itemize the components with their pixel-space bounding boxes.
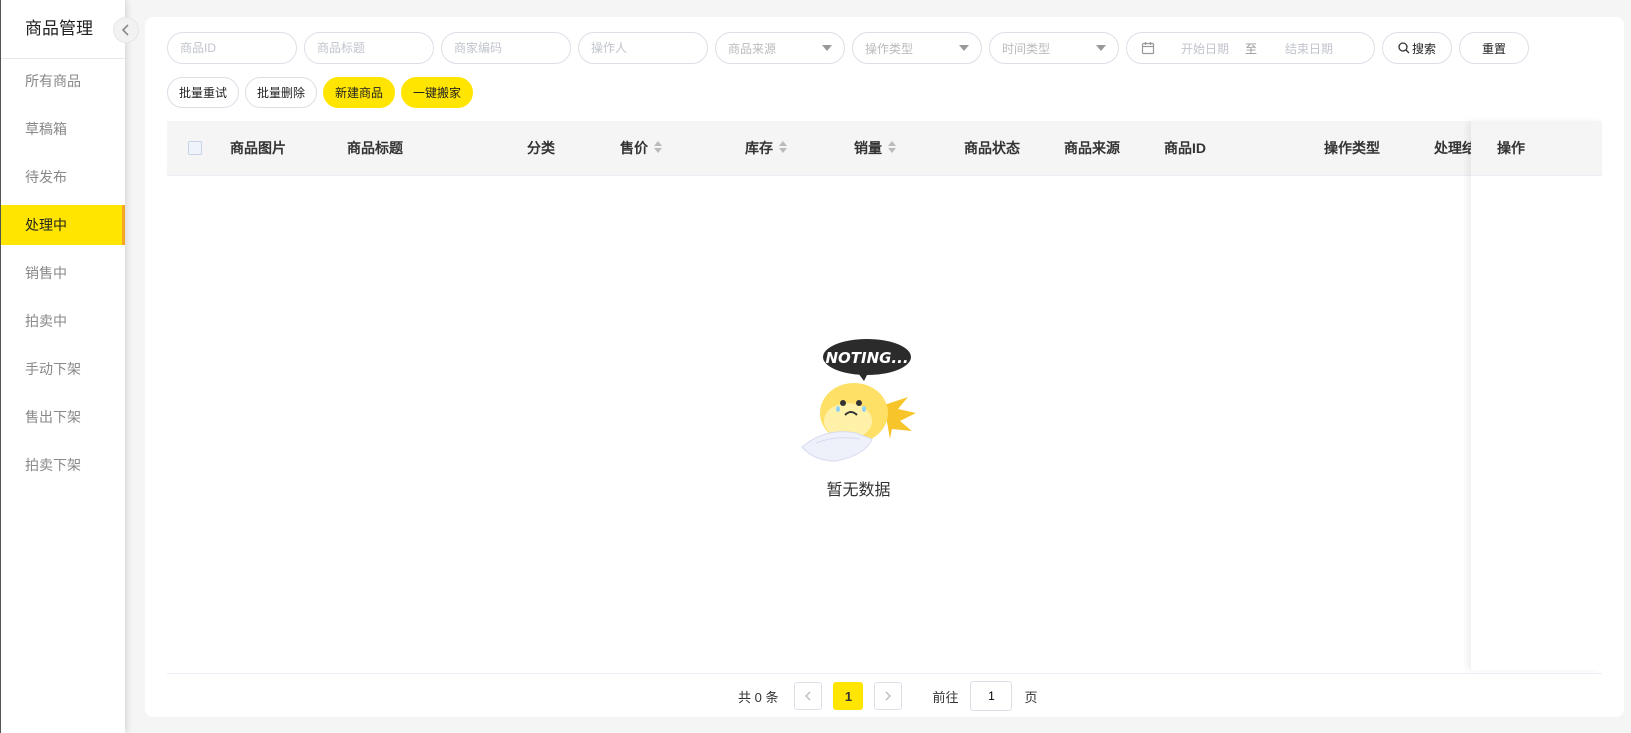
- empty-state-text: 暂无数据: [826, 482, 891, 499]
- sidebar-item-on-sale[interactable]: 销售中: [1, 253, 125, 293]
- reset-button-label: 重置: [1481, 41, 1506, 56]
- batch-delete-button[interactable]: 批量删除: [245, 77, 318, 108]
- product-id-input[interactable]: [180, 41, 284, 55]
- sidebar-item-drafts[interactable]: 草稿箱: [1, 109, 125, 149]
- chevron-right-icon: [885, 691, 892, 701]
- sidebar-title: 商品管理: [1, 0, 125, 59]
- end-date-input[interactable]: 结束日期: [1285, 40, 1333, 57]
- sidebar-item-pending-publish[interactable]: 待发布: [1, 157, 125, 197]
- goto-label: 前往: [932, 689, 959, 705]
- goto-page-input[interactable]: [970, 681, 1013, 711]
- pagination: 共 0 条 1 前往 页: [738, 681, 1038, 711]
- operation-type-select[interactable]: 操作类型: [852, 32, 982, 64]
- footer-divider: [167, 673, 1602, 674]
- price-header-label: 售价: [620, 140, 648, 156]
- sidebar-item-sold-delisted[interactable]: 售出下架: [1, 397, 125, 437]
- sidebar-item-auctioning[interactable]: 拍卖中: [1, 301, 125, 341]
- column-header-source: 商品来源: [1064, 140, 1120, 156]
- start-date-input[interactable]: 开始日期: [1181, 40, 1229, 57]
- column-header-product-id: 商品ID: [1164, 140, 1206, 156]
- search-button-label: 搜索: [1411, 41, 1436, 56]
- collapse-sidebar-button[interactable]: [113, 17, 139, 43]
- total-count: 共 0 条: [738, 689, 779, 705]
- filter-bar: 商品来源 操作类型 时间类型 开始日期 至 结束日期: [167, 32, 1529, 64]
- chevron-left-icon: [805, 691, 811, 701]
- caret-down-icon: [1096, 45, 1106, 51]
- batch-retry-button[interactable]: 批量重试: [167, 77, 240, 108]
- empty-mascot-illustration: NOTING...: [801, 339, 916, 462]
- operator-input[interactable]: [591, 41, 695, 55]
- time-type-placeholder: 时间类型: [1002, 41, 1051, 56]
- operator-field[interactable]: [578, 32, 708, 64]
- sort-icon[interactable]: [888, 140, 896, 154]
- select-all-checkbox[interactable]: [188, 141, 202, 155]
- table-header: 商品图片 商品标题 分类 售价 库存 销量 商品状态 商品来源 商品ID 操作类…: [167, 121, 1602, 176]
- column-header-stock[interactable]: 库存: [745, 121, 787, 175]
- stock-header-label: 库存: [745, 140, 773, 156]
- column-header-operation: 操作: [1471, 121, 1602, 176]
- column-header-price[interactable]: 售价: [620, 121, 662, 175]
- new-product-button[interactable]: 新建商品: [323, 77, 396, 108]
- page-suffix: 页: [1024, 689, 1038, 705]
- source-select[interactable]: 商品来源: [715, 32, 845, 64]
- product-id-field[interactable]: [167, 32, 297, 64]
- time-type-select[interactable]: 时间类型: [989, 32, 1119, 64]
- main-panel: 商品来源 操作类型 时间类型 开始日期 至 结束日期: [145, 17, 1624, 717]
- column-header-status: 商品状态: [964, 140, 1020, 156]
- chevron-left-icon: [121, 24, 129, 36]
- product-title-field[interactable]: [304, 32, 434, 64]
- operation-type-placeholder: 操作类型: [865, 41, 914, 56]
- sort-icon[interactable]: [779, 140, 787, 154]
- search-icon: [1398, 42, 1410, 54]
- date-range-picker[interactable]: 开始日期 至 结束日期: [1126, 32, 1375, 64]
- page-number-current[interactable]: 1: [833, 682, 864, 710]
- sort-icon[interactable]: [654, 140, 662, 154]
- source-select-placeholder: 商品来源: [728, 41, 777, 56]
- calendar-icon: [1141, 42, 1155, 55]
- sidebar-item-processing[interactable]: 处理中: [1, 205, 125, 245]
- empty-state: NOTING... 暂无数据: [796, 335, 921, 500]
- merchant-code-input[interactable]: [454, 41, 558, 55]
- reset-button[interactable]: 重置: [1459, 32, 1529, 64]
- action-bar: 批量重试 批量删除 新建商品 一键搬家: [167, 77, 474, 108]
- fixed-operation-column: 操作: [1471, 121, 1602, 670]
- date-separator: 至: [1245, 41, 1258, 56]
- sidebar-item-auction-delisted[interactable]: 拍卖下架: [1, 445, 125, 485]
- empty-badge-text: NOTING...: [825, 349, 908, 367]
- column-header-sales[interactable]: 销量: [854, 121, 896, 175]
- merchant-code-field[interactable]: [441, 32, 571, 64]
- caret-down-icon: [959, 45, 969, 51]
- one-click-move-button[interactable]: 一键搬家: [401, 77, 474, 108]
- product-title-input[interactable]: [317, 41, 421, 55]
- column-header-category: 分类: [527, 140, 555, 156]
- sidebar-item-all-products[interactable]: 所有商品: [1, 61, 125, 101]
- sales-header-label: 销量: [854, 140, 882, 156]
- next-page-button[interactable]: [874, 682, 903, 710]
- sidebar-item-manual-delisted[interactable]: 手动下架: [1, 349, 125, 389]
- caret-down-icon: [822, 45, 832, 51]
- column-header-title: 商品标题: [347, 140, 403, 156]
- prev-page-button[interactable]: [794, 682, 823, 710]
- column-header-operation-type: 操作类型: [1324, 140, 1380, 156]
- sidebar: 商品管理 所有商品 草稿箱 待发布 处理中 销售中 拍卖中 手动下架 售出下架 …: [0, 0, 139, 733]
- search-button[interactable]: 搜索: [1382, 32, 1452, 64]
- column-header-image: 商品图片: [230, 140, 286, 156]
